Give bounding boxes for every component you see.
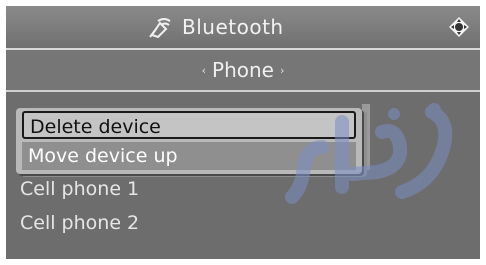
title-group: Bluetooth (146, 12, 284, 42)
page-title: Bluetooth (182, 15, 284, 39)
list-item[interactable]: Cell phone 2 (20, 212, 139, 234)
watermark-logo (285, 103, 453, 204)
chevron-left-icon[interactable]: ‹ (202, 64, 206, 77)
title-bar: Bluetooth (6, 6, 480, 50)
bluetooth-screen: Bluetooth ‹ Phone › Delete device Move dev… (6, 6, 480, 259)
tab-label: Phone (212, 58, 274, 82)
navigation-diamond-icon[interactable] (448, 16, 470, 38)
tab-phone[interactable]: ‹ Phone › (6, 58, 480, 82)
list-item[interactable]: Cell phone 1 (20, 178, 139, 200)
tab-bar: ‹ Phone › (6, 50, 480, 92)
bluetooth-signal-icon (149, 18, 171, 39)
chevron-right-icon[interactable]: › (280, 64, 284, 77)
